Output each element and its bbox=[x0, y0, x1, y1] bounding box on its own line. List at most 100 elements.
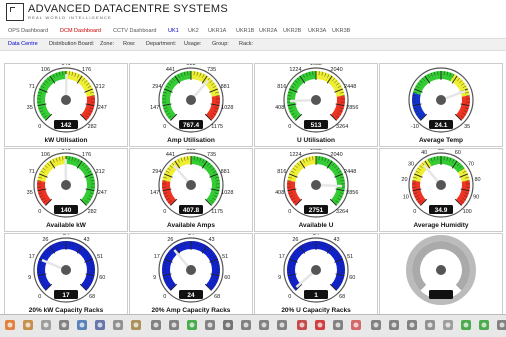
gauge-tick-label: 147 bbox=[150, 105, 159, 111]
gauge-hub bbox=[61, 265, 71, 275]
gear-icon[interactable] bbox=[496, 319, 506, 331]
expand-icon[interactable] bbox=[332, 319, 344, 331]
tab-ukr2a[interactable]: UKR2A bbox=[259, 28, 277, 34]
zoom-out-icon[interactable] bbox=[240, 319, 252, 331]
gauge-tick-label: 0 bbox=[38, 124, 41, 130]
folder-icon-glyph bbox=[22, 319, 34, 331]
gauge-dial: 03571106141176212247282142 bbox=[5, 64, 127, 146]
gauge-dial: 014729444158873588110281175767.4 bbox=[130, 64, 252, 146]
filter-group[interactable]: Group: bbox=[212, 41, 229, 47]
gauge-tick-label: 10 bbox=[403, 194, 409, 200]
search-icon[interactable] bbox=[222, 319, 234, 331]
gauge-title: 20% Amp Capacity Racks bbox=[130, 307, 252, 314]
filter-row[interactable]: Row: bbox=[123, 41, 136, 47]
gauge-tick-label: 17 bbox=[154, 254, 160, 260]
tab-ukr1a[interactable]: UKR1A bbox=[208, 28, 226, 34]
refresh-icon[interactable] bbox=[478, 319, 490, 331]
gauge-tick-label: 176 bbox=[82, 67, 91, 73]
home-icon[interactable] bbox=[296, 319, 308, 331]
flag-icon[interactable] bbox=[350, 319, 362, 331]
gauge-tick-label: 1224 bbox=[289, 152, 301, 158]
gauge-tick-label: 9 bbox=[278, 275, 281, 281]
forward-icon[interactable] bbox=[168, 319, 180, 331]
edit-icon-glyph bbox=[130, 319, 142, 331]
refresh-icon[interactable] bbox=[186, 319, 198, 331]
gauge-title: 20% kW Capacity Racks bbox=[5, 307, 127, 314]
tab-ukr3b[interactable]: UKR3B bbox=[332, 28, 350, 34]
stop-icon[interactable] bbox=[314, 319, 326, 331]
list-icon[interactable] bbox=[276, 319, 288, 331]
lock-icon[interactable] bbox=[40, 319, 52, 331]
gauge-tick-label: 1632 bbox=[310, 64, 322, 67]
flag-icon-glyph bbox=[350, 319, 362, 331]
gauge-tick-label: 588 bbox=[186, 64, 195, 67]
filter-data-centre[interactable]: Data Centre bbox=[8, 41, 38, 47]
gauge-tick-label: 176 bbox=[82, 152, 91, 158]
alert-icon[interactable] bbox=[370, 319, 382, 331]
exit-icon[interactable] bbox=[460, 319, 472, 331]
tab-uk1[interactable]: UK1 bbox=[168, 28, 179, 34]
gauge-tick-label: 50 bbox=[438, 149, 444, 152]
expand-icon-glyph bbox=[332, 319, 344, 331]
chart-icon[interactable] bbox=[4, 319, 16, 331]
tab-dcm-dashboard[interactable]: DCM Dashboard bbox=[60, 28, 101, 34]
filter-zone[interactable]: Zone: bbox=[100, 41, 114, 47]
tab-cctv-dashboard[interactable]: CCTV Dashboard bbox=[113, 28, 156, 34]
gauge-value: 513 bbox=[311, 122, 322, 129]
dashboard-tabs: OPS Dashboard DCM Dashboard CCTV Dashboard… bbox=[0, 26, 506, 37]
gauge-tick-label: 51 bbox=[222, 254, 228, 260]
company-logo bbox=[6, 3, 24, 21]
gauge-panel: 03571106141176212247282140Available kW bbox=[4, 148, 128, 232]
gauge-panel: 014729444158873588110281175767.4Amp Util… bbox=[129, 63, 253, 147]
help-icon[interactable] bbox=[388, 319, 400, 331]
tools-icon-glyph bbox=[406, 319, 418, 331]
gauge-tick-label: 26 bbox=[292, 237, 298, 243]
gauge-tick-label: 0 bbox=[38, 209, 41, 215]
gauge-title: Available Amps bbox=[130, 222, 252, 229]
gauge-tick-label: 40 bbox=[421, 150, 427, 156]
filter-department[interactable]: Department: bbox=[146, 41, 176, 47]
gauge-tick-label: 1175 bbox=[211, 209, 223, 215]
gauge-tick-label: 441 bbox=[166, 67, 175, 73]
gauge-tick-label: 80 bbox=[474, 177, 480, 183]
gauge-hub bbox=[436, 95, 446, 105]
gauge-tick-label: 34 bbox=[313, 234, 319, 237]
gauge-title: Available U bbox=[255, 222, 377, 229]
gauge-panel: 09172634435160681720% kW Capacity Racks bbox=[4, 233, 128, 317]
grid-icon[interactable] bbox=[112, 319, 124, 331]
gauge-tick-label: 60 bbox=[349, 275, 355, 281]
gauge-panel: 04088161224163220402448285632642751Avail… bbox=[254, 148, 378, 232]
filter-rack[interactable]: Rack: bbox=[239, 41, 253, 47]
gauge-value: 24.1 bbox=[435, 122, 448, 129]
lock-icon-glyph bbox=[40, 319, 52, 331]
filter-distribution-board[interactable]: Distribution Board: bbox=[49, 41, 94, 47]
gauge-panel: -103524.1Average Temp bbox=[379, 63, 503, 147]
tab-ukr1b[interactable]: UKR1B bbox=[236, 28, 254, 34]
gauge-value: 2751 bbox=[309, 207, 324, 214]
edit-icon[interactable] bbox=[130, 319, 142, 331]
tab-ops-dashboard[interactable]: OPS Dashboard bbox=[8, 28, 48, 34]
users-icon[interactable] bbox=[94, 319, 106, 331]
calendar-icon[interactable] bbox=[76, 319, 88, 331]
tools-icon[interactable] bbox=[406, 319, 418, 331]
refresh-icon-glyph bbox=[186, 319, 198, 331]
gauge-value: 34.9 bbox=[435, 207, 448, 214]
gauge-tick-label: 147 bbox=[150, 190, 159, 196]
zoom-icon[interactable] bbox=[58, 319, 70, 331]
key-icon[interactable] bbox=[442, 319, 454, 331]
gauge-tick-label: 60 bbox=[99, 275, 105, 281]
alert-icon-glyph bbox=[370, 319, 382, 331]
filter-usage[interactable]: Usage: bbox=[184, 41, 201, 47]
wrench-icon[interactable] bbox=[424, 319, 436, 331]
folder-icon[interactable] bbox=[22, 319, 34, 331]
gauge-tick-label: 881 bbox=[221, 84, 230, 90]
tab-uk2[interactable]: UK2 bbox=[188, 28, 199, 34]
gauge-tick-label: 106 bbox=[41, 67, 50, 73]
zoom-in-icon[interactable] bbox=[258, 319, 270, 331]
list-icon-glyph bbox=[276, 319, 288, 331]
gauge-tick-label: 2856 bbox=[346, 190, 358, 196]
zoom-icon[interactable] bbox=[204, 319, 216, 331]
tab-ukr2b[interactable]: UKR2B bbox=[283, 28, 301, 34]
tab-ukr3a[interactable]: UKR3A bbox=[308, 28, 326, 34]
back-icon[interactable] bbox=[150, 319, 162, 331]
